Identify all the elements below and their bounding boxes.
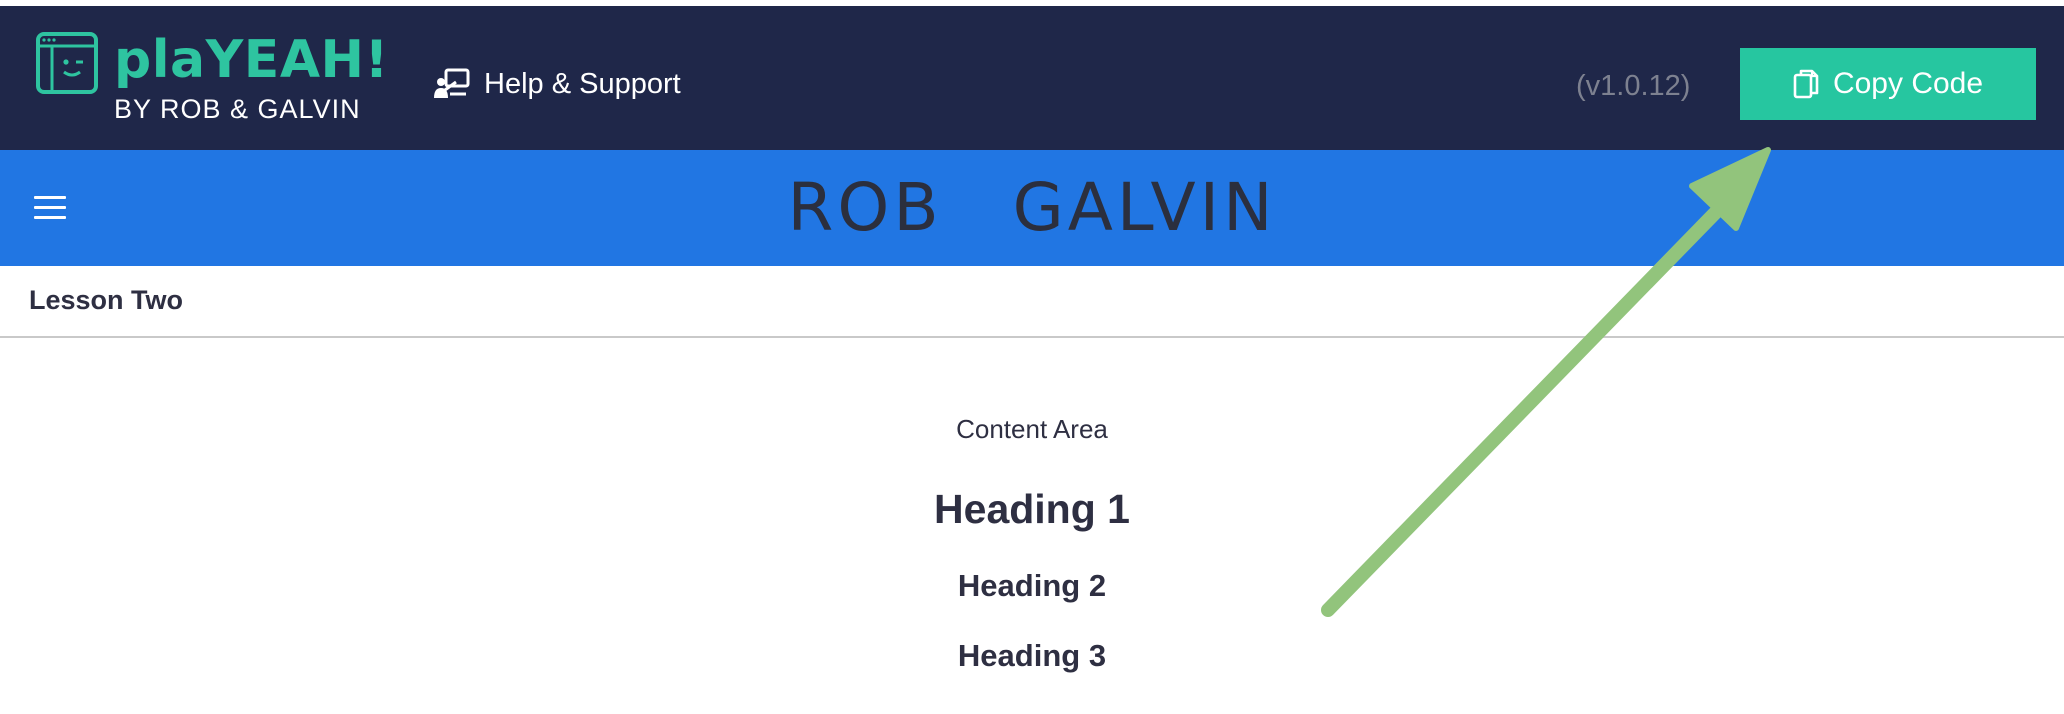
content-area-label: Content Area bbox=[956, 414, 1108, 444]
app-root: plaYEAH! BY ROB & GALVIN Help & Support … bbox=[0, 0, 2064, 714]
heading-3: Heading 3 bbox=[957, 638, 1107, 673]
brand-left: ROB bbox=[787, 169, 943, 246]
help-support-link[interactable]: Help & Support bbox=[432, 62, 681, 106]
heading-2: Heading 2 bbox=[957, 568, 1107, 603]
top-header: plaYEAH! BY ROB & GALVIN Help & Support … bbox=[0, 6, 2064, 150]
brand-right: GALVIN bbox=[1012, 169, 1277, 246]
copy-icon bbox=[1793, 69, 1819, 99]
help-support-label: Help & Support bbox=[484, 67, 681, 100]
browser-face-icon bbox=[36, 32, 98, 94]
brand-wordmark: ROB GALVIN bbox=[0, 168, 2064, 248]
heading-1: Heading 1 bbox=[934, 486, 1130, 532]
brand-bar: ROB GALVIN bbox=[0, 150, 2064, 266]
version-label: (v1.0.12) bbox=[1576, 70, 1691, 102]
presenter-icon bbox=[434, 68, 470, 98]
lesson-bar: Lesson Two bbox=[0, 266, 2064, 338]
lesson-title: Lesson Two bbox=[29, 285, 184, 315]
logo-title: plaYEAH! bbox=[114, 30, 389, 90]
logo-subtitle: BY ROB & GALVIN bbox=[114, 94, 361, 124]
copy-code-button[interactable]: Copy Code bbox=[1740, 48, 2036, 120]
copy-code-label: Copy Code bbox=[1832, 67, 1984, 100]
